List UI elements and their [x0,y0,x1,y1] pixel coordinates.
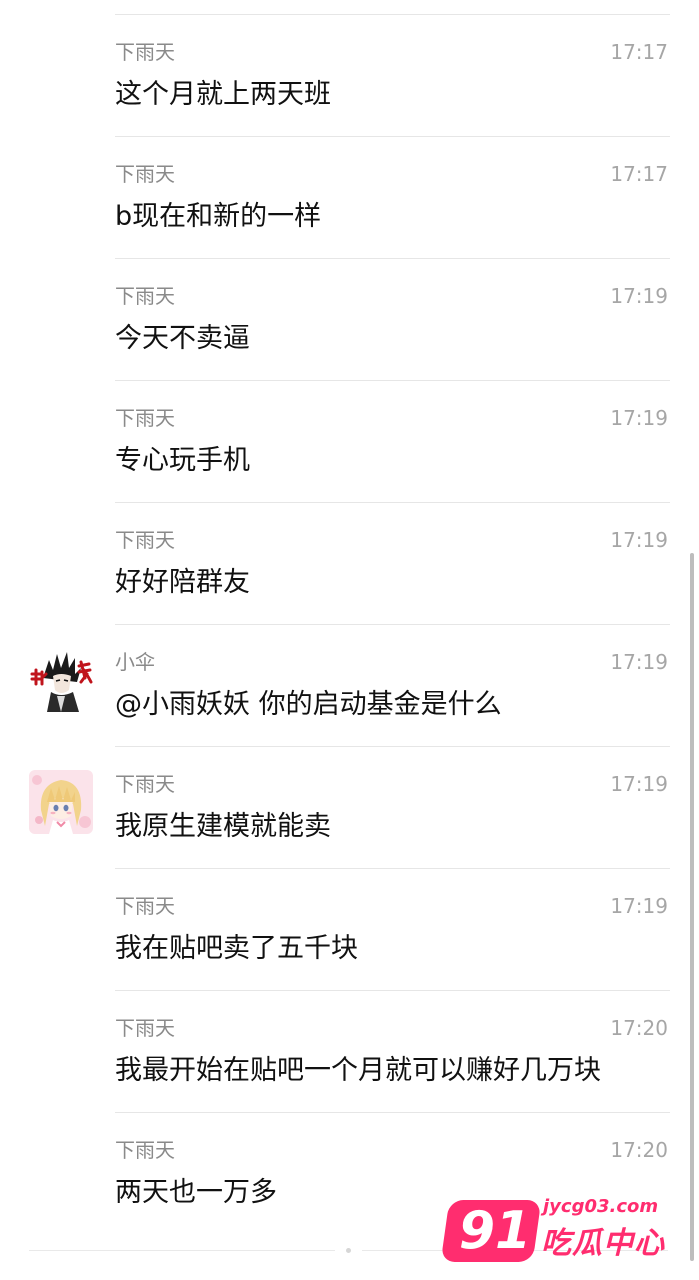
divider-left [29,1250,335,1251]
watermark-domain: jycg03.com [543,1196,659,1217]
sender-name: 下雨天 [115,406,175,430]
anime-girl-avatar-icon [29,770,93,834]
sender-name: 下雨天 [115,162,175,186]
avatar[interactable] [29,648,93,712]
message-text: 今天不卖逼 [115,323,250,354]
sender-name: 下雨天 [115,772,175,796]
message-item[interactable]: 下雨天 17:19 好好陪群友 [0,503,699,625]
message-text: 专心玩手机 [115,445,250,476]
sender-name: 下雨天 [115,1016,175,1040]
manga-character-avatar-icon [29,648,93,712]
message-text: @小雨妖妖 你的启动基金是什么 [115,689,502,720]
scrollbar[interactable] [690,553,694,1261]
message-text: 两天也一万多 [115,1177,277,1208]
message-text: 我在贴吧卖了五千块 [115,933,358,964]
message-time: 17:20 [610,1138,668,1162]
message-item[interactable]: 下雨天 17:19 我在贴吧卖了五千块 [0,869,699,991]
message-item[interactable]: 下雨天 17:17 b现在和新的一样 [0,137,699,259]
message-text: 我最开始在贴吧一个月就可以赚好几万块 [115,1055,601,1086]
message-item[interactable]: 下雨天 17:19 专心玩手机 [0,381,699,503]
message-time: 17:19 [610,528,668,552]
message-item[interactable]: 下雨天 17:19 我原生建模就能卖 [0,747,699,869]
message-time: 17:19 [610,650,668,674]
message-text: b现在和新的一样 [115,201,322,232]
avatar[interactable] [29,770,93,834]
sender-name: 下雨天 [115,528,175,552]
divider-dot [346,1248,351,1253]
message-text: 好好陪群友 [115,567,250,598]
message-item[interactable]: 下雨天 17:20 我最开始在贴吧一个月就可以赚好几万块 [0,991,699,1113]
watermark-name: 吃瓜中心 [541,1226,665,1261]
message-time: 17:20 [610,1016,668,1040]
watermark-logo: 91 jycg03.com 吃瓜中心 [440,1192,665,1272]
sender-name: 下雨天 [115,894,175,918]
message-item[interactable]: 下雨天 17:17 这个月就上两天班 [0,15,699,137]
message-time: 17:19 [610,772,668,796]
message-time: 17:17 [610,162,668,186]
message-time: 17:19 [610,406,668,430]
sender-name: 下雨天 [115,40,175,64]
message-time: 17:19 [610,894,668,918]
message-time: 17:17 [610,40,668,64]
watermark-number: 91 [458,1201,532,1261]
message-item[interactable]: 小伞 17:19 @小雨妖妖 你的启动基金是什么 [0,625,699,747]
sender-name: 下雨天 [115,1138,175,1162]
message-text: 这个月就上两天班 [115,79,331,110]
message-text: 我原生建模就能卖 [115,811,331,842]
sender-name: 小伞 [115,650,155,674]
sender-name: 下雨天 [115,284,175,308]
message-time: 17:19 [610,284,668,308]
message-item[interactable]: 下雨天 17:19 今天不卖逼 [0,259,699,381]
